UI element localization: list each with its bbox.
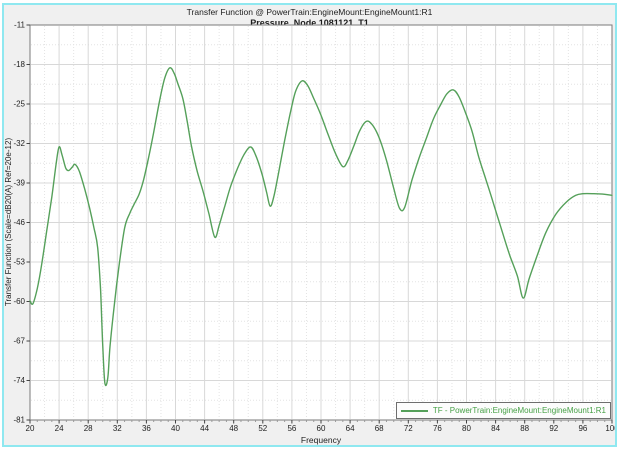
y-tick-label: -74 xyxy=(13,376,25,385)
y-tick-label: -18 xyxy=(13,60,25,69)
x-tick-label: 36 xyxy=(142,424,151,433)
chart-plot-area: 20 24 28 32 36 40 44 48 52 56 60 64 68 72 76 80 84 88 92 96… xyxy=(4,5,615,445)
x-tick-label: 28 xyxy=(84,424,93,433)
legend-entry-label: TF - PowerTrain:EngineMount:EngineMount1… xyxy=(433,406,606,415)
x-tick-label: 84 xyxy=(491,424,500,433)
screenshot-root: { "colors": { "window_border": "#8fe8f0"… xyxy=(0,0,622,455)
legend-box: TF - PowerTrain:EngineMount:EngineMount1… xyxy=(396,402,611,419)
x-axis-label: Frequency xyxy=(30,435,612,445)
x-tick-label: 64 xyxy=(346,424,355,433)
x-tick-label: 80 xyxy=(462,424,471,433)
x-tick-label: 76 xyxy=(433,424,442,433)
x-tick-label: 100 xyxy=(605,424,615,433)
x-tick-label: 56 xyxy=(287,424,296,433)
x-tick-label: 24 xyxy=(55,424,64,433)
y-axis-label: Transfer Function (Scale=dB20(A) Ref=20e… xyxy=(4,92,16,352)
x-tick-label: 96 xyxy=(578,424,587,433)
x-tick-label: 48 xyxy=(229,424,238,433)
legend-line-swatch-icon xyxy=(401,410,428,412)
x-tick-label: 40 xyxy=(171,424,180,433)
x-tick-label: 68 xyxy=(375,424,384,433)
x-tick-label: 72 xyxy=(404,424,413,433)
x-tick-label: 92 xyxy=(549,424,558,433)
x-tick-label: 60 xyxy=(317,424,326,433)
y-tick-label: -11 xyxy=(14,21,26,30)
x-tick-label: 44 xyxy=(200,424,209,433)
x-tick-label: 88 xyxy=(520,424,529,433)
x-tick-label: 32 xyxy=(113,424,122,433)
y-tick-label: -81 xyxy=(13,416,25,425)
x-tick-label: 20 xyxy=(26,424,35,433)
x-tick-label: 52 xyxy=(258,424,267,433)
chart-window: Transfer Function @ PowerTrain:EngineMou… xyxy=(2,3,617,447)
